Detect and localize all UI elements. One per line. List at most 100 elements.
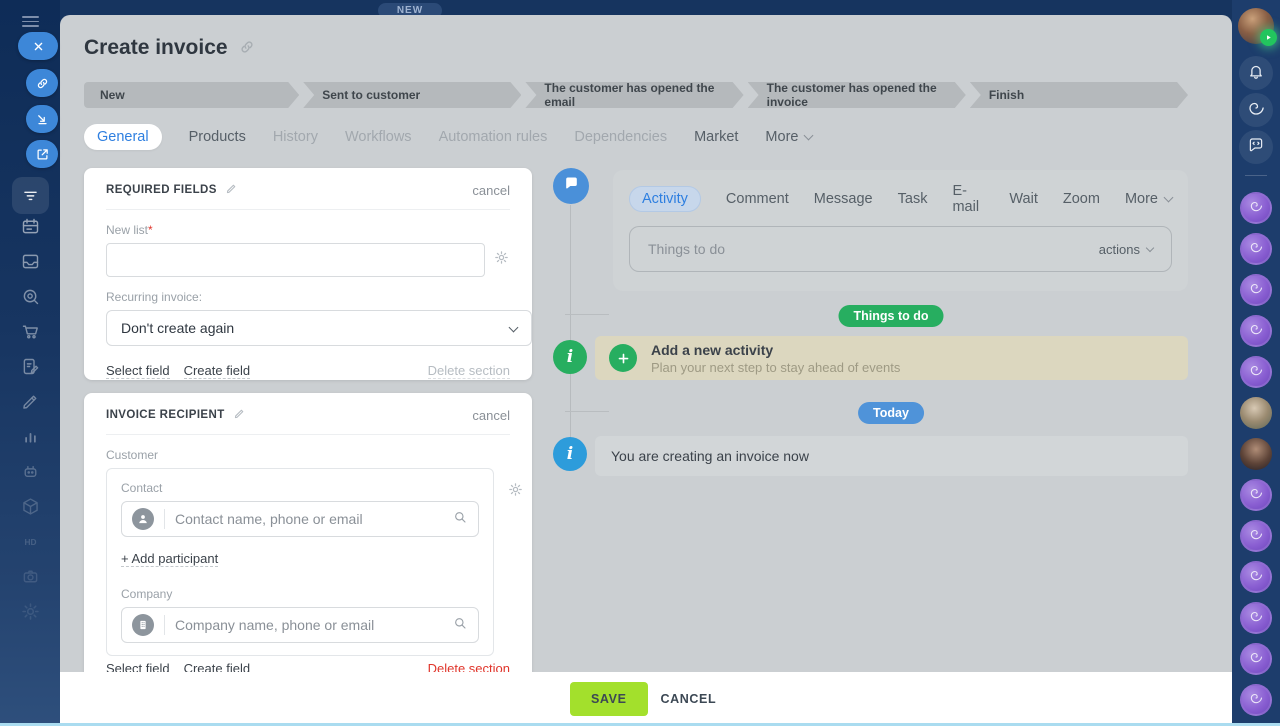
tab-automation-rules[interactable]: Automation rules [439, 129, 548, 145]
add-activity-card[interactable]: Add a new activity Plan your next step t… [595, 336, 1188, 380]
new-list-label: New list* [106, 223, 153, 237]
edit-section-icon[interactable] [233, 407, 246, 423]
swirl-icon [1247, 99, 1265, 122]
app-shortcut-11[interactable] [1240, 684, 1272, 716]
app-shortcut-1[interactable] [1240, 192, 1272, 224]
external-link-icon [35, 147, 50, 162]
close-button[interactable] [18, 32, 58, 60]
pipeline-stage-finish[interactable]: Finish [970, 82, 1188, 108]
user-avatar[interactable] [1238, 8, 1277, 46]
delete-section-link[interactable]: Delete section [427, 363, 510, 379]
document-icon [20, 356, 41, 377]
sidebar-item-camera[interactable] [20, 566, 41, 587]
pipeline-stage-opened-invoice[interactable]: The customer has opened the invoice [748, 82, 966, 108]
sidebar-item-document[interactable] [20, 356, 41, 377]
app-shortcut-10[interactable] [1240, 643, 1272, 675]
sidebar-item-package[interactable] [20, 496, 41, 517]
sidebar-item-calendar[interactable] [20, 216, 41, 237]
conversations-button[interactable] [1239, 130, 1273, 164]
page-header: Create invoice [84, 35, 256, 61]
company-input[interactable]: Company name, phone or email [121, 607, 479, 643]
create-field-link[interactable]: Create field [183, 363, 251, 379]
assistant-button[interactable] [1239, 93, 1273, 127]
app-shortcut-3[interactable] [1240, 274, 1272, 306]
sidebar-item-stats[interactable] [20, 426, 41, 447]
external-button[interactable] [26, 140, 58, 168]
recurring-invoice-value: Don't create again [121, 320, 235, 336]
menu-icon[interactable] [22, 16, 39, 27]
recurring-invoice-select[interactable]: Don't create again [106, 310, 532, 346]
cancel-section-link[interactable]: cancel [472, 408, 510, 423]
play-icon[interactable] [1260, 29, 1277, 46]
feed-tab-email[interactable]: E-mail [952, 183, 984, 215]
actions-dropdown[interactable]: actions [1099, 242, 1155, 257]
app-shortcut-9[interactable] [1240, 602, 1272, 634]
save-button[interactable]: SAVE [570, 682, 648, 716]
app-shortcut-5[interactable] [1240, 356, 1272, 388]
feed-tab-task[interactable]: Task [898, 191, 928, 207]
app-swirl-icon [1249, 609, 1263, 628]
tab-products[interactable]: Products [189, 129, 246, 145]
app-shortcut-2[interactable] [1240, 233, 1272, 265]
add-participant-link[interactable]: + Add participant [121, 551, 219, 567]
forward-button[interactable] [26, 105, 58, 133]
feed-tab-zoom[interactable]: Zoom [1063, 191, 1100, 207]
pipeline-stage-opened-email[interactable]: The customer has opened the email [525, 82, 743, 108]
sidebar-item-bot[interactable] [20, 461, 41, 482]
main-tabs: General Products History Workflows Autom… [84, 122, 814, 152]
tab-workflows[interactable]: Workflows [345, 129, 412, 145]
customer-label: Customer [106, 448, 159, 462]
cart-icon [20, 321, 41, 342]
activity-title: Add a new activity [651, 341, 774, 358]
tab-more[interactable]: More [765, 129, 814, 145]
sidebar-item-target[interactable] [20, 286, 41, 307]
contact-avatar[interactable] [1240, 397, 1272, 429]
feed-comment-bubble[interactable] [553, 168, 589, 204]
tab-market[interactable]: Market [694, 129, 738, 145]
copy-link-icon[interactable] [238, 38, 256, 61]
contact-input[interactable]: Contact name, phone or email [121, 501, 479, 537]
sidebar-item-settings[interactable] [20, 601, 41, 622]
app-shortcut-4[interactable] [1240, 315, 1272, 347]
feed-tab-wait[interactable]: Wait [1009, 191, 1037, 207]
card-header: REQUIRED FIELDS cancel [106, 182, 510, 210]
link-button[interactable] [26, 69, 58, 97]
notifications-button[interactable] [1239, 56, 1273, 90]
close-icon [31, 39, 46, 54]
link-icon [35, 76, 50, 91]
feed-tab-comment[interactable]: Comment [726, 191, 789, 207]
sidebar-item-inbox[interactable] [20, 251, 41, 272]
todo-badge: Things to do [838, 305, 944, 327]
feed-tab-message[interactable]: Message [814, 191, 873, 207]
card-header: INVOICE RECIPIENT cancel [106, 407, 510, 435]
tab-dependencies[interactable]: Dependencies [574, 129, 667, 145]
cancel-section-link[interactable]: cancel [472, 183, 510, 198]
sidebar-item-filter[interactable] [12, 177, 49, 214]
field-settings-gear-icon[interactable] [507, 481, 524, 503]
create-invoice-modal: Create invoice New Sent to customer The … [60, 15, 1232, 726]
app-shortcut-6[interactable] [1240, 479, 1272, 511]
contact-avatar[interactable] [1240, 438, 1272, 470]
feed-tab-more[interactable]: More [1125, 191, 1174, 207]
app-swirl-icon [1249, 363, 1263, 382]
feed-tab-activity[interactable]: Activity [629, 186, 701, 212]
info-icon: i [553, 340, 587, 374]
sidebar-item-hd[interactable]: HD [20, 531, 41, 552]
select-field-link[interactable]: Select field [106, 363, 170, 379]
required-mark: * [148, 223, 153, 237]
app-shortcut-7[interactable] [1240, 520, 1272, 552]
sidebar-item-cart[interactable] [20, 321, 41, 342]
app-shortcut-8[interactable] [1240, 561, 1272, 593]
cancel-button[interactable]: CANCEL [661, 692, 717, 706]
tab-history[interactable]: History [273, 129, 318, 145]
app-swirl-icon [1249, 240, 1263, 259]
edit-section-icon[interactable] [225, 182, 238, 198]
tab-general[interactable]: General [84, 124, 162, 150]
bot-icon [20, 461, 41, 482]
new-list-input[interactable] [106, 243, 485, 277]
sidebar-item-pencil[interactable] [20, 391, 41, 412]
todo-composer-input[interactable]: Things to do actions [629, 226, 1172, 272]
pipeline-stage-new[interactable]: New [84, 82, 299, 108]
pipeline-stage-sent[interactable]: Sent to customer [303, 82, 521, 108]
field-settings-gear-icon[interactable] [493, 249, 510, 271]
